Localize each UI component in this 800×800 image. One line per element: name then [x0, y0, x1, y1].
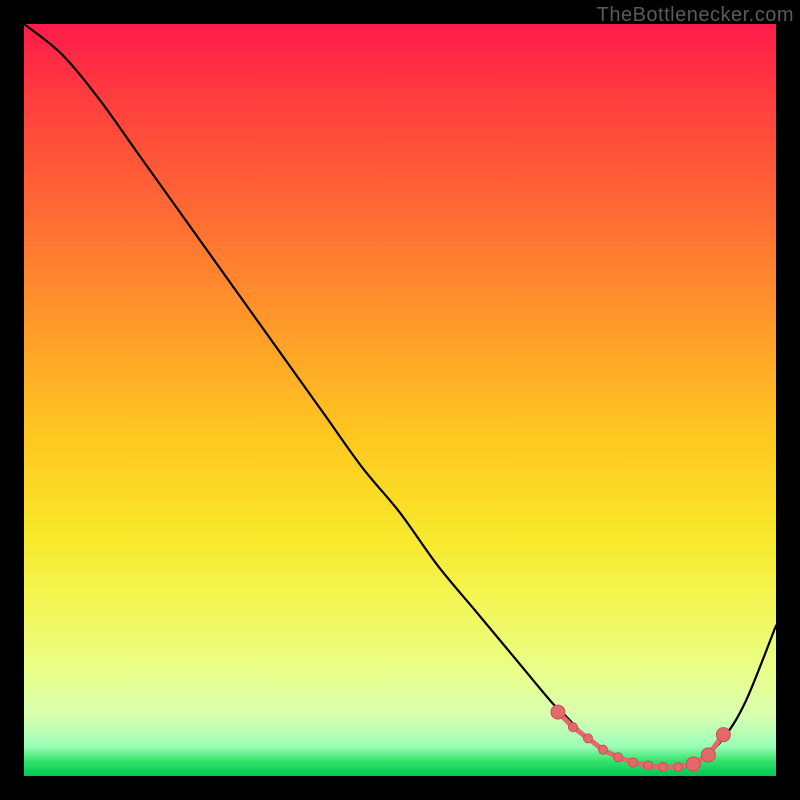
marker-dot [551, 705, 565, 719]
marker-dot [716, 728, 730, 742]
marker-dot [584, 734, 593, 743]
marker-dot [686, 757, 700, 771]
marker-dot [568, 723, 577, 732]
marker-dot [674, 762, 683, 771]
marker-dot [599, 745, 608, 754]
marker-dot [644, 761, 653, 770]
marker-dot [701, 748, 715, 762]
chart-svg [24, 24, 776, 776]
marker-dot [614, 753, 623, 762]
marker-dot [629, 758, 638, 767]
marker-group [551, 705, 730, 771]
bottleneck-curve [24, 24, 776, 768]
marker-dot [659, 762, 668, 771]
